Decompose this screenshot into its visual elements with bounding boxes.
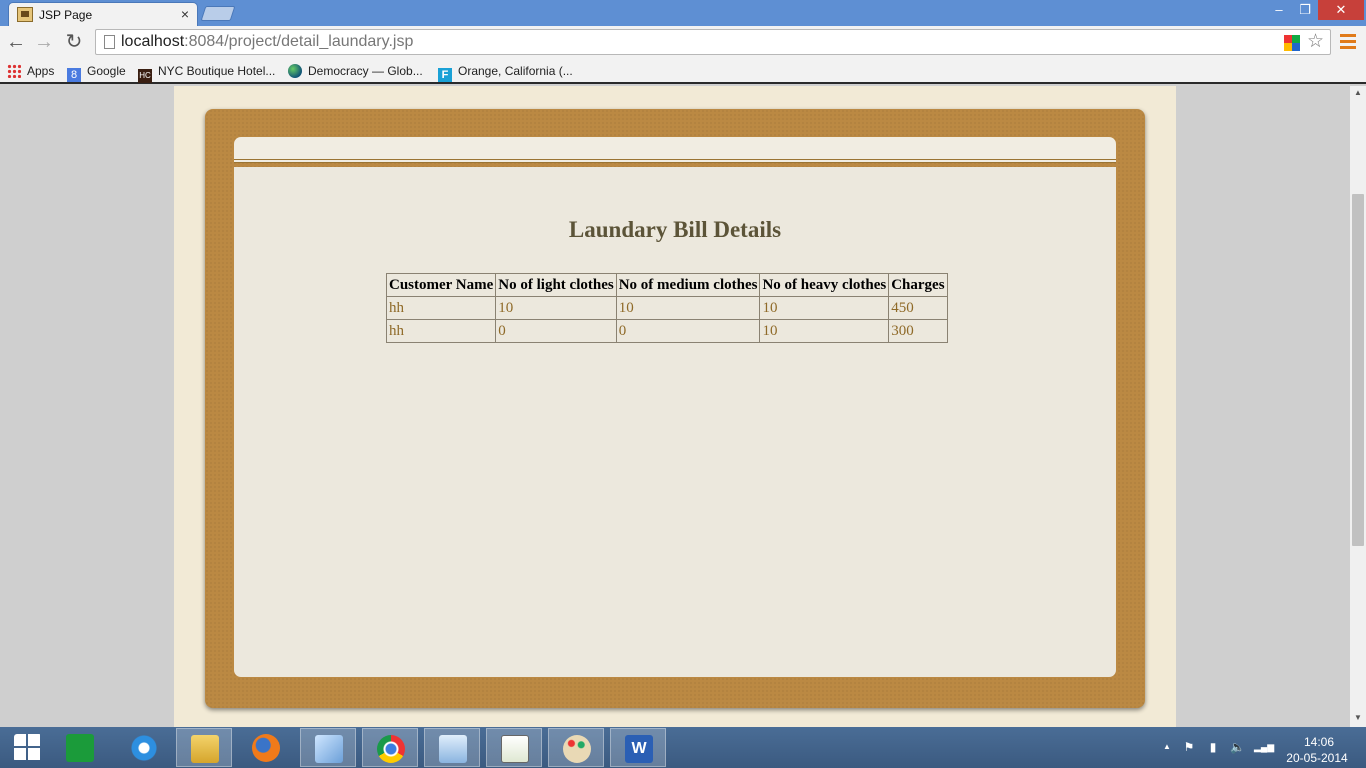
chrome-icon [377, 735, 405, 763]
browser-tab-active[interactable]: JSP Page × [8, 2, 198, 26]
content-frame: Laundary Bill Details Customer Name No o… [205, 109, 1145, 708]
cell-light-clothes: 0 [495, 319, 617, 343]
bookmark-star-icon[interactable]: ☆ [1307, 30, 1324, 53]
orange-f-icon: F [438, 68, 452, 82]
extension-icon[interactable] [1284, 35, 1300, 51]
cell-medium-clothes: 0 [615, 319, 761, 343]
windows-logo-icon [14, 734, 42, 762]
scroll-up-arrow-icon[interactable]: ▲ [1350, 88, 1366, 100]
window-close-button[interactable]: ✕ [1318, 0, 1364, 20]
globe-icon [288, 64, 302, 78]
cell-charges: 300 [888, 319, 948, 343]
clock-time[interactable]: 14:06 [1290, 735, 1348, 749]
scroll-down-arrow-icon[interactable]: ▼ [1350, 713, 1366, 725]
tab-title: JSP Page [39, 8, 93, 22]
firefox-icon [252, 734, 280, 762]
window-maximize-button[interactable]: ❐ [1292, 0, 1318, 20]
browser-titlebar: JSP Page × – ❐ ✕ [0, 0, 1366, 26]
bookmark-nyc-boutique-hotel[interactable]: HC NYC Boutique Hotel... [138, 62, 276, 83]
bookmarks-bar: Apps 8 Google HC NYC Boutique Hotel... Dem… [0, 58, 1366, 84]
bookmark-democracy[interactable]: Democracy — Glob... [288, 62, 423, 80]
cell-customer-name: hh [385, 296, 497, 320]
taskbar-word[interactable]: W [610, 728, 666, 767]
cell-charges: 450 [888, 296, 948, 320]
bookmark-label: NYC Boutique Hotel... [158, 64, 276, 78]
word-icon: W [625, 735, 653, 763]
hc-icon: HC [138, 69, 152, 83]
remote-desktop-icon [439, 735, 467, 763]
window-minimize-button[interactable]: – [1266, 0, 1292, 20]
column-header-heavy-clothes: No of heavy clothes [759, 273, 890, 297]
project-chart-icon [501, 735, 529, 763]
bookmark-apps[interactable]: Apps [7, 62, 54, 80]
taskbar-chrome[interactable] [362, 728, 418, 767]
page-viewport: Laundary Bill Details Customer Name No o… [0, 86, 1350, 727]
taskbar-remote-desktop[interactable] [424, 728, 480, 767]
table-header-row: Customer Name No of light clothes No of … [385, 273, 948, 297]
start-button[interactable] [0, 728, 56, 767]
windows-taskbar: W ▲ ⚑ ▮ 🔈 ▂▄▆ [0, 727, 1366, 768]
store-icon [66, 734, 94, 762]
cell-light-clothes: 10 [495, 296, 617, 320]
column-header-medium-clothes: No of medium clothes [615, 273, 761, 297]
cell-medium-clothes: 10 [615, 296, 761, 320]
url-path: :8084/project/detail_laundary.jsp [184, 33, 414, 50]
cube-icon [315, 735, 343, 763]
folder-icon [191, 735, 219, 763]
url-host: localhost [121, 33, 185, 50]
google-icon: 8 [67, 68, 81, 82]
cell-customer-name: hh [385, 319, 497, 343]
show-hidden-icons-icon[interactable]: ▲ [1160, 740, 1174, 754]
bookmark-orange-california[interactable]: F Orange, California (... [438, 62, 573, 82]
address-bar[interactable]: localhost:8084/project/detail_laundary.j… [95, 29, 1331, 55]
cell-heavy-clothes: 10 [759, 319, 890, 343]
battery-icon[interactable]: ▮ [1206, 740, 1220, 754]
taskbar-internet-explorer[interactable] [116, 728, 172, 767]
tab-close-icon[interactable]: × [181, 6, 189, 22]
page-favicon-icon [17, 7, 33, 22]
bookmark-label: Democracy — Glob... [308, 64, 423, 78]
taskbar-store[interactable] [52, 728, 108, 767]
apps-grid-icon [7, 64, 21, 78]
laundry-bill-table: Customer Name No of light clothes No of … [385, 273, 948, 343]
panel-header [234, 137, 1116, 163]
taskbar-file-explorer[interactable] [176, 728, 232, 767]
vertical-scrollbar[interactable]: ▲ ▼ [1350, 86, 1366, 727]
column-header-charges: Charges [888, 273, 948, 297]
page-icon [104, 35, 115, 49]
volume-icon[interactable]: 🔈 [1230, 740, 1245, 754]
browser-toolbar: ← → ↻ localhost:8084/project/detail_laun… [0, 26, 1366, 58]
column-header-customer-name: Customer Name [385, 273, 497, 297]
cell-heavy-clothes: 10 [759, 296, 890, 320]
table-row: hh 10 10 10 450 [385, 296, 948, 320]
system-tray: ▲ ⚑ ▮ 🔈 ▂▄▆ [1160, 735, 1280, 759]
scroll-thumb[interactable] [1352, 194, 1364, 546]
back-button[interactable]: ← [4, 30, 28, 54]
bookmark-google[interactable]: 8 Google [67, 62, 126, 82]
page-title: Laundary Bill Details [568, 217, 782, 242]
network-signal-icon[interactable]: ▂▄▆ [1254, 740, 1274, 754]
content-panel: Laundary Bill Details Customer Name No o… [234, 167, 1116, 677]
url-text[interactable]: localhost:8084/project/detail_laundary.j… [121, 33, 413, 51]
forward-button[interactable]: → [32, 30, 56, 54]
bookmark-label: Orange, California (... [458, 64, 573, 78]
new-tab-button[interactable] [200, 6, 236, 21]
internet-explorer-icon [130, 734, 158, 762]
taskbar-firefox[interactable] [238, 728, 294, 767]
column-header-light-clothes: No of light clothes [495, 273, 617, 297]
paint-palette-icon [563, 735, 591, 763]
bookmark-label: Google [87, 64, 126, 78]
table-row: hh 0 0 10 300 [385, 319, 948, 343]
clock-date[interactable]: 20-05-2014 [1284, 751, 1350, 765]
browser-menu-icon[interactable] [1340, 34, 1356, 50]
bookmark-label: Apps [27, 64, 55, 78]
reload-button[interactable]: ↻ [62, 30, 86, 54]
taskbar-virtualbox[interactable] [300, 728, 356, 767]
taskbar-paint[interactable] [548, 728, 604, 767]
taskbar-project-app[interactable] [486, 728, 542, 767]
action-center-flag-icon[interactable]: ⚑ [1182, 740, 1196, 754]
